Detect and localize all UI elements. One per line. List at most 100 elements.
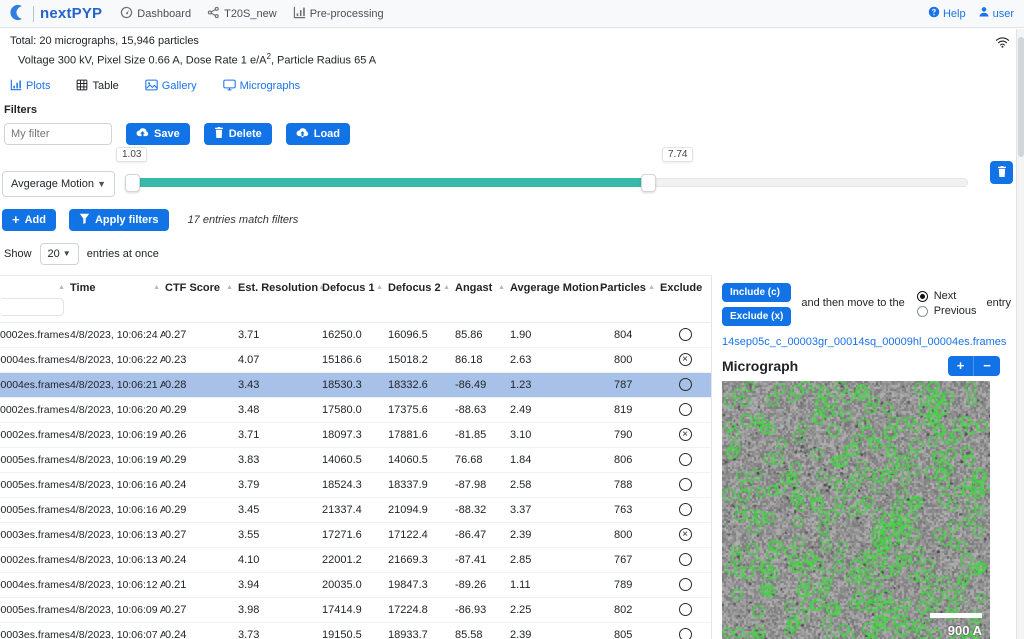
table-row[interactable]: 00003es.frames4/8/2023, 10:06:13 AM0.273… — [0, 523, 711, 548]
column-header-name[interactable]: ▲ — [0, 282, 70, 294]
sort-icon[interactable]: ▲ — [443, 284, 455, 291]
load-filter-button[interactable]: Load — [286, 123, 350, 145]
include-circle-icon[interactable] — [679, 503, 692, 516]
trash-icon — [214, 127, 224, 141]
include-circle-icon[interactable] — [679, 403, 692, 416]
help-label: Help — [943, 8, 966, 20]
live-stream-icon[interactable] — [995, 36, 1010, 51]
range-slider-min-handle[interactable] — [125, 174, 140, 192]
include-circle-icon[interactable] — [679, 603, 692, 616]
previous-radio[interactable]: Previous — [917, 304, 977, 319]
brand[interactable]: nextPYP — [10, 4, 102, 24]
sort-icon[interactable]: ▲ — [226, 284, 238, 291]
save-filter-button[interactable]: Save — [126, 123, 190, 145]
zoom-out-button[interactable]: − — [974, 356, 1000, 376]
include-circle-icon[interactable] — [679, 378, 692, 391]
table-cell: 3.71 — [238, 429, 322, 441]
sort-icon[interactable]: ▲ — [58, 284, 70, 291]
help-link[interactable]: Help — [928, 6, 966, 21]
entries-count-select[interactable]: 20 ▼ — [40, 243, 79, 265]
table-cell: 00004es.frames — [0, 379, 70, 391]
include-circle-icon[interactable] — [679, 453, 692, 466]
brand-name: nextPYP — [40, 5, 102, 22]
nav-item-preprocessing[interactable]: Pre-processing — [293, 6, 384, 22]
next-radio[interactable]: Next — [917, 289, 977, 304]
table-row[interactable]: 00004es.frames4/8/2023, 10:06:21 AM0.283… — [0, 373, 711, 398]
table-cell: 00005es.frames — [0, 454, 70, 466]
table-row[interactable]: 0002es.frames4/8/2023, 10:06:20 AM0.293.… — [0, 398, 711, 423]
table-row[interactable]: 00004es.frames4/8/2023, 10:06:12 AM0.213… — [0, 573, 711, 598]
tab-micrographs[interactable]: Micrographs — [223, 79, 301, 94]
add-filter-button[interactable]: + Add — [2, 209, 56, 231]
column-header-defocus1[interactable]: Defocus 1▲ — [322, 282, 388, 294]
nav-item-dashboard[interactable]: Dashboard — [120, 6, 191, 22]
column-header-resolution[interactable]: Est. Resolution▲ — [238, 282, 322, 294]
filter-property-select[interactable]: Avgerage Motion ▼ — [2, 171, 115, 197]
include-circle-icon[interactable] — [679, 478, 692, 491]
filter-name-input[interactable] — [4, 123, 112, 145]
apply-filters-button[interactable]: Apply filters — [69, 209, 169, 231]
name-filter-row — [0, 294, 711, 323]
nav-item-project[interactable]: T20S_new — [207, 6, 277, 22]
cloud-upload-icon — [136, 127, 149, 141]
table-row[interactable]: 0002es.frames4/8/2023, 10:06:24 AM0.273.… — [0, 323, 711, 348]
table-row[interactable]: 00003es.frames4/8/2023, 10:06:07 AM0.243… — [0, 623, 711, 639]
include-circle-icon[interactable] — [679, 628, 692, 639]
micrograph-filename-link[interactable]: 14sep05c_c_00003gr_00014sq_00009hl_00004… — [722, 336, 1024, 348]
table-row[interactable]: 00002es.frames4/8/2023, 10:06:13 AM0.244… — [0, 548, 711, 573]
sort-icon[interactable]: ▲ — [376, 284, 388, 291]
table-row[interactable]: 00005es.frames4/8/2023, 10:06:16 AM0.243… — [0, 473, 711, 498]
column-header-ctf[interactable]: CTF Score▲ — [165, 282, 238, 294]
delete-filter-button[interactable]: Delete — [204, 123, 272, 145]
table-cell: 16250.0 — [322, 329, 388, 341]
column-header-defocus2[interactable]: Defocus 2▲ — [388, 282, 455, 294]
range-slider[interactable] — [126, 178, 968, 187]
excluded-mark-icon[interactable]: × — [679, 428, 692, 441]
micrograph-title: Micrograph — [722, 358, 798, 374]
table-cell: 4/8/2023, 10:06:20 AM — [70, 404, 165, 416]
column-header-angast[interactable]: Angast▲ — [455, 282, 510, 294]
column-header-motion[interactable]: Avgerage Motion▲ — [510, 282, 600, 294]
table-cell: 0.26 — [165, 429, 238, 441]
previous-label: Previous — [934, 305, 977, 317]
include-button[interactable]: Include (c) — [722, 283, 791, 302]
tab-label: Gallery — [162, 80, 197, 92]
sort-icon[interactable]: ▲ — [153, 284, 165, 291]
name-filter-input[interactable] — [0, 298, 64, 316]
table-row[interactable]: 00004es.frames4/8/2023, 10:06:22 AM0.234… — [0, 348, 711, 373]
scrollbar-thumb[interactable] — [1018, 37, 1024, 157]
include-circle-icon[interactable] — [679, 328, 692, 341]
tab-label: Plots — [26, 80, 50, 92]
include-circle-icon[interactable] — [679, 553, 692, 566]
excluded-mark-icon[interactable]: × — [679, 353, 692, 366]
table-cell: 805 — [600, 629, 660, 639]
micrograph-viewer[interactable]: 900 A — [722, 381, 990, 639]
column-header-particles[interactable]: Particles▲ — [600, 282, 660, 294]
include-circle-icon[interactable] — [679, 578, 692, 591]
table-row[interactable]: 00005es.frames4/8/2023, 10:06:09 AM0.273… — [0, 598, 711, 623]
sort-icon[interactable]: ▲ — [648, 284, 660, 291]
table-cell: 2.49 — [510, 404, 600, 416]
table-cell: -87.98 — [455, 479, 510, 491]
exclude-button[interactable]: Exclude (x) — [722, 307, 791, 326]
table-cell: 0.29 — [165, 404, 238, 416]
tab-gallery[interactable]: Gallery — [145, 79, 197, 94]
table-row[interactable]: 00005es.frames4/8/2023, 10:06:19 AM0.293… — [0, 448, 711, 473]
remove-filter-button[interactable] — [990, 161, 1013, 184]
micrograph-image[interactable] — [722, 381, 990, 639]
column-header-time[interactable]: Time▲ — [70, 282, 165, 294]
tab-table[interactable]: Table — [76, 79, 118, 94]
excluded-mark-icon[interactable]: × — [679, 528, 692, 541]
tab-label: Table — [92, 80, 118, 92]
table-cell: 21337.4 — [322, 504, 388, 516]
range-slider-max-handle[interactable] — [641, 174, 656, 192]
sort-icon[interactable]: ▲ — [498, 284, 510, 291]
table-cell: 789 — [600, 579, 660, 591]
table-cell: 0.24 — [165, 479, 238, 491]
user-menu[interactable]: user — [978, 6, 1014, 21]
table-row[interactable]: 00002es.frames4/8/2023, 10:06:19 AM0.263… — [0, 423, 711, 448]
window-scrollbar[interactable] — [1016, 29, 1024, 639]
tab-plots[interactable]: Plots — [10, 79, 50, 94]
zoom-in-button[interactable]: + — [948, 356, 974, 376]
table-row[interactable]: 00005es.frames4/8/2023, 10:06:16 AM0.293… — [0, 498, 711, 523]
